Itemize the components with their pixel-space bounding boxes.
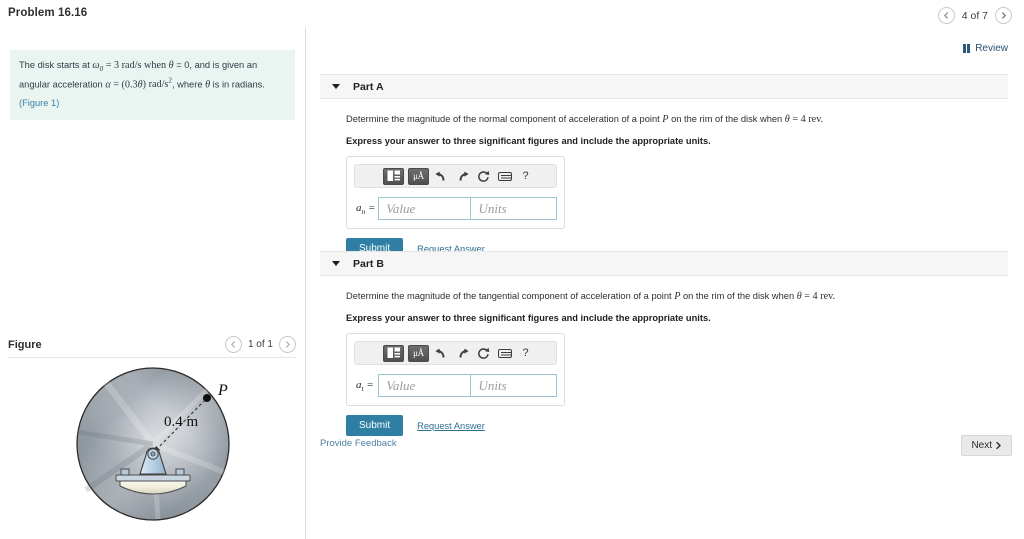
mount-plate [115,474,191,482]
figure-pager-label: 1 of 1 [247,339,273,350]
statement-text-4: = (0.3 [110,79,138,91]
statement-text-6: , where [172,79,206,90]
problem-page: Problem 16.16 4 of 7 Review The disk sta… [0,0,1024,539]
statement-text-5-wrap: ) rad/s2 [142,76,172,91]
part-a-value-input[interactable]: Value [378,197,471,221]
part-b-title: Part B [353,257,384,270]
chevron-left-icon [943,12,948,19]
undo-arrow-icon[interactable] [433,168,450,185]
part-b-instruction: Express your answer to three significant… [346,313,711,324]
units-icon[interactable]: μÅ [408,344,429,362]
template-blocks-icon[interactable] [383,167,404,185]
part-a-header[interactable]: Part A [320,74,1008,99]
statement-text-1: The disk starts at [19,60,93,70]
statement-text-7: is in radians. [210,79,265,90]
part-b-value-input[interactable]: Value [378,374,471,398]
units-icon[interactable]: μÅ [408,167,429,185]
template-blocks-icon[interactable] [383,344,404,362]
caret-down-icon[interactable] [332,84,340,89]
part-a-units-input[interactable]: Units [470,197,557,221]
part-a-section: Part A Determine the magnitude of the no… [320,74,1008,260]
figure-next-button[interactable] [279,336,296,353]
bolt-left [120,468,130,476]
figure-header: Figure 1 of 1 [8,336,296,353]
omega-symbol: ω0 [92,60,104,74]
disk-diagram: P 0.4 m [76,367,230,521]
help-question-icon[interactable]: ? [517,345,534,362]
page-title: Problem 16.16 [8,7,88,19]
part-b-actions: Submit Request Answer [346,415,1008,437]
book-icon [962,44,971,53]
figure-divider [8,357,296,358]
part-a-field-row: an = Value Units [354,197,557,221]
part-b-submit-button[interactable]: Submit [346,415,404,437]
next-problem-button[interactable] [995,7,1012,24]
redo-arrow-icon[interactable] [454,168,471,185]
reset-circle-icon[interactable] [475,168,492,185]
part-b-request-answer-link[interactable]: Request Answer [417,421,485,431]
figure-reference-link[interactable]: (Figure 1) [19,96,286,111]
part-a-instruction: Express your answer to three significant… [346,136,711,147]
provide-feedback-link[interactable]: Provide Feedback [320,438,397,449]
part-a-answer-box: μÅ ? an = Value Units [346,156,565,230]
undo-arrow-icon[interactable] [433,345,450,362]
prev-problem-button[interactable] [937,7,955,24]
next-button-label: Next [971,440,992,451]
reset-circle-icon[interactable] [475,345,492,362]
keyboard-icon[interactable] [496,168,513,185]
part-b-field-row: at = Value Units [354,374,557,398]
problem-statement: The disk starts at ω0 = 3 rad/s when θ =… [10,50,295,121]
bolt-right [175,468,185,476]
statement-text-2: = 3 rad/s when [103,60,169,71]
caret-down-icon[interactable] [332,261,340,266]
part-b-header[interactable]: Part B [320,251,1008,276]
problem-pager: 4 of 7 [937,7,1012,24]
point-p-marker [203,394,211,402]
review-link[interactable]: Review [962,43,1008,54]
next-button[interactable]: Next [961,435,1012,456]
part-b-variable-label: at = [356,378,374,393]
part-b-answer-box: μÅ ? at = Value Units [346,333,565,407]
part-a-prompt: Determine the magnitude of the normal co… [346,114,824,125]
chevron-right-icon [996,441,1002,450]
point-p-label: P [217,382,228,399]
part-b-prompt: Determine the magnitude of the tangentia… [346,291,836,302]
part-a-toolbar: μÅ ? [354,164,557,189]
redo-arrow-icon[interactable] [454,345,471,362]
part-b-units-input[interactable]: Units [470,374,557,398]
problem-pager-label: 4 of 7 [961,9,988,22]
figure-pager: 1 of 1 [224,336,296,353]
chevron-right-icon [285,341,291,348]
chevron-right-icon [1001,12,1007,19]
help-question-icon[interactable]: ? [517,168,534,185]
figure-prev-button[interactable] [224,336,242,353]
part-a-variable-label: an = [356,201,376,216]
part-a-title: Part A [353,80,384,93]
chevron-left-icon [230,341,236,348]
figure-image[interactable]: P 0.4 m [8,362,298,532]
figure-title: Figure [8,338,42,351]
panel-divider [305,28,306,539]
keyboard-icon[interactable] [496,345,513,362]
part-b-section: Part B Determine the magnitude of the ta… [320,251,1008,437]
part-b-toolbar: μÅ ? [354,341,557,366]
review-label: Review [975,43,1008,54]
radius-label: 0.4 m [164,414,199,430]
pivot-pin [150,451,156,457]
